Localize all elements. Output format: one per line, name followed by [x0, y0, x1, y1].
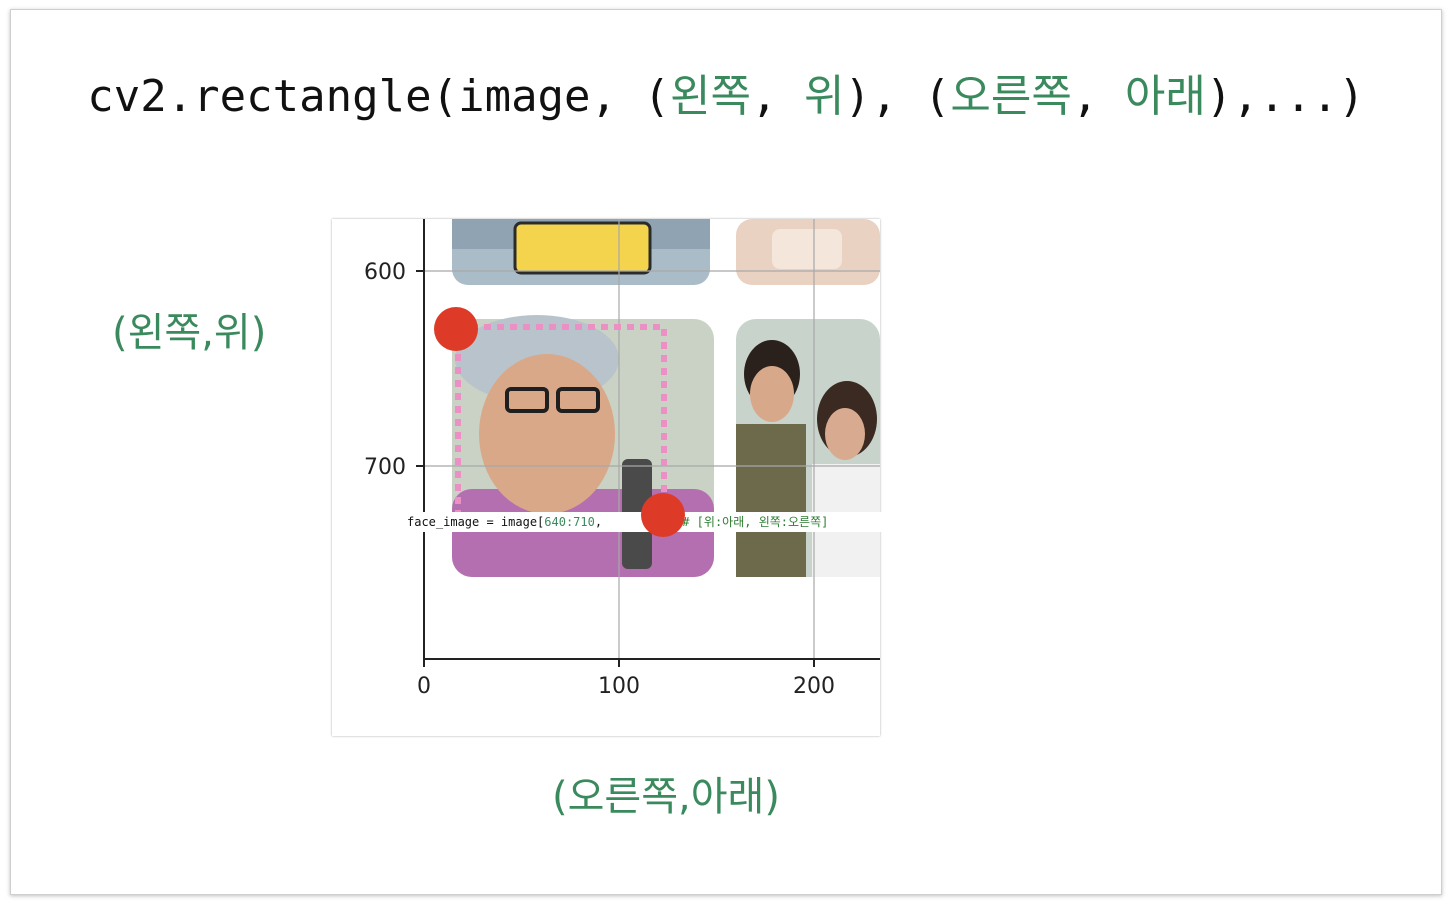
- x-tick-label-200: 200: [793, 674, 835, 699]
- headline-prefix: cv2.rectangle(image, (: [87, 71, 671, 122]
- image-tile-top-right-highlight: [772, 229, 842, 269]
- image-plot-figure: 600 700 0 100 200: [332, 219, 880, 736]
- headline-sep1: ,: [750, 71, 804, 122]
- caption-sticker: [513, 221, 652, 275]
- x-tick-label-0: 0: [417, 674, 431, 699]
- person-one-face: [750, 366, 794, 422]
- headline-left: 왼쪽: [670, 71, 751, 122]
- headline-bottom: 아래: [1124, 71, 1206, 122]
- headline-suffix: ),...): [1205, 71, 1365, 122]
- person-two-face: [825, 408, 865, 460]
- bottom-right-label: (오른쪽,아래): [552, 774, 780, 820]
- rectangle-call-headline: cv2.rectangle(image, (왼쪽, 위), (오른쪽, 아래),…: [0, 60, 1452, 124]
- top-left-label: (왼쪽,위): [112, 310, 267, 356]
- x-tick-label-100: 100: [598, 674, 640, 699]
- headline-sep2: ,: [1071, 71, 1125, 122]
- person-one-shirt: [736, 424, 806, 577]
- headline-top: 위: [803, 71, 845, 122]
- y-tick-label-700: 700: [364, 455, 406, 480]
- y-tick-label-600: 600: [364, 260, 406, 285]
- headline-mid: ), (: [844, 71, 951, 122]
- plot-canvas: 600 700 0 100 200: [364, 219, 880, 699]
- face-skin: [479, 354, 615, 514]
- code-rows: 640:710: [544, 515, 595, 529]
- code-comma: ,: [594, 515, 610, 529]
- code-comment: # [위:아래, 왼쪽:오른쪽]: [682, 515, 829, 529]
- headline-right: 오른쪽: [950, 71, 1072, 122]
- bottom-right-corner-marker: [641, 493, 685, 537]
- code-prefix: face_image = image[: [407, 515, 545, 529]
- top-left-corner-marker: [434, 307, 478, 351]
